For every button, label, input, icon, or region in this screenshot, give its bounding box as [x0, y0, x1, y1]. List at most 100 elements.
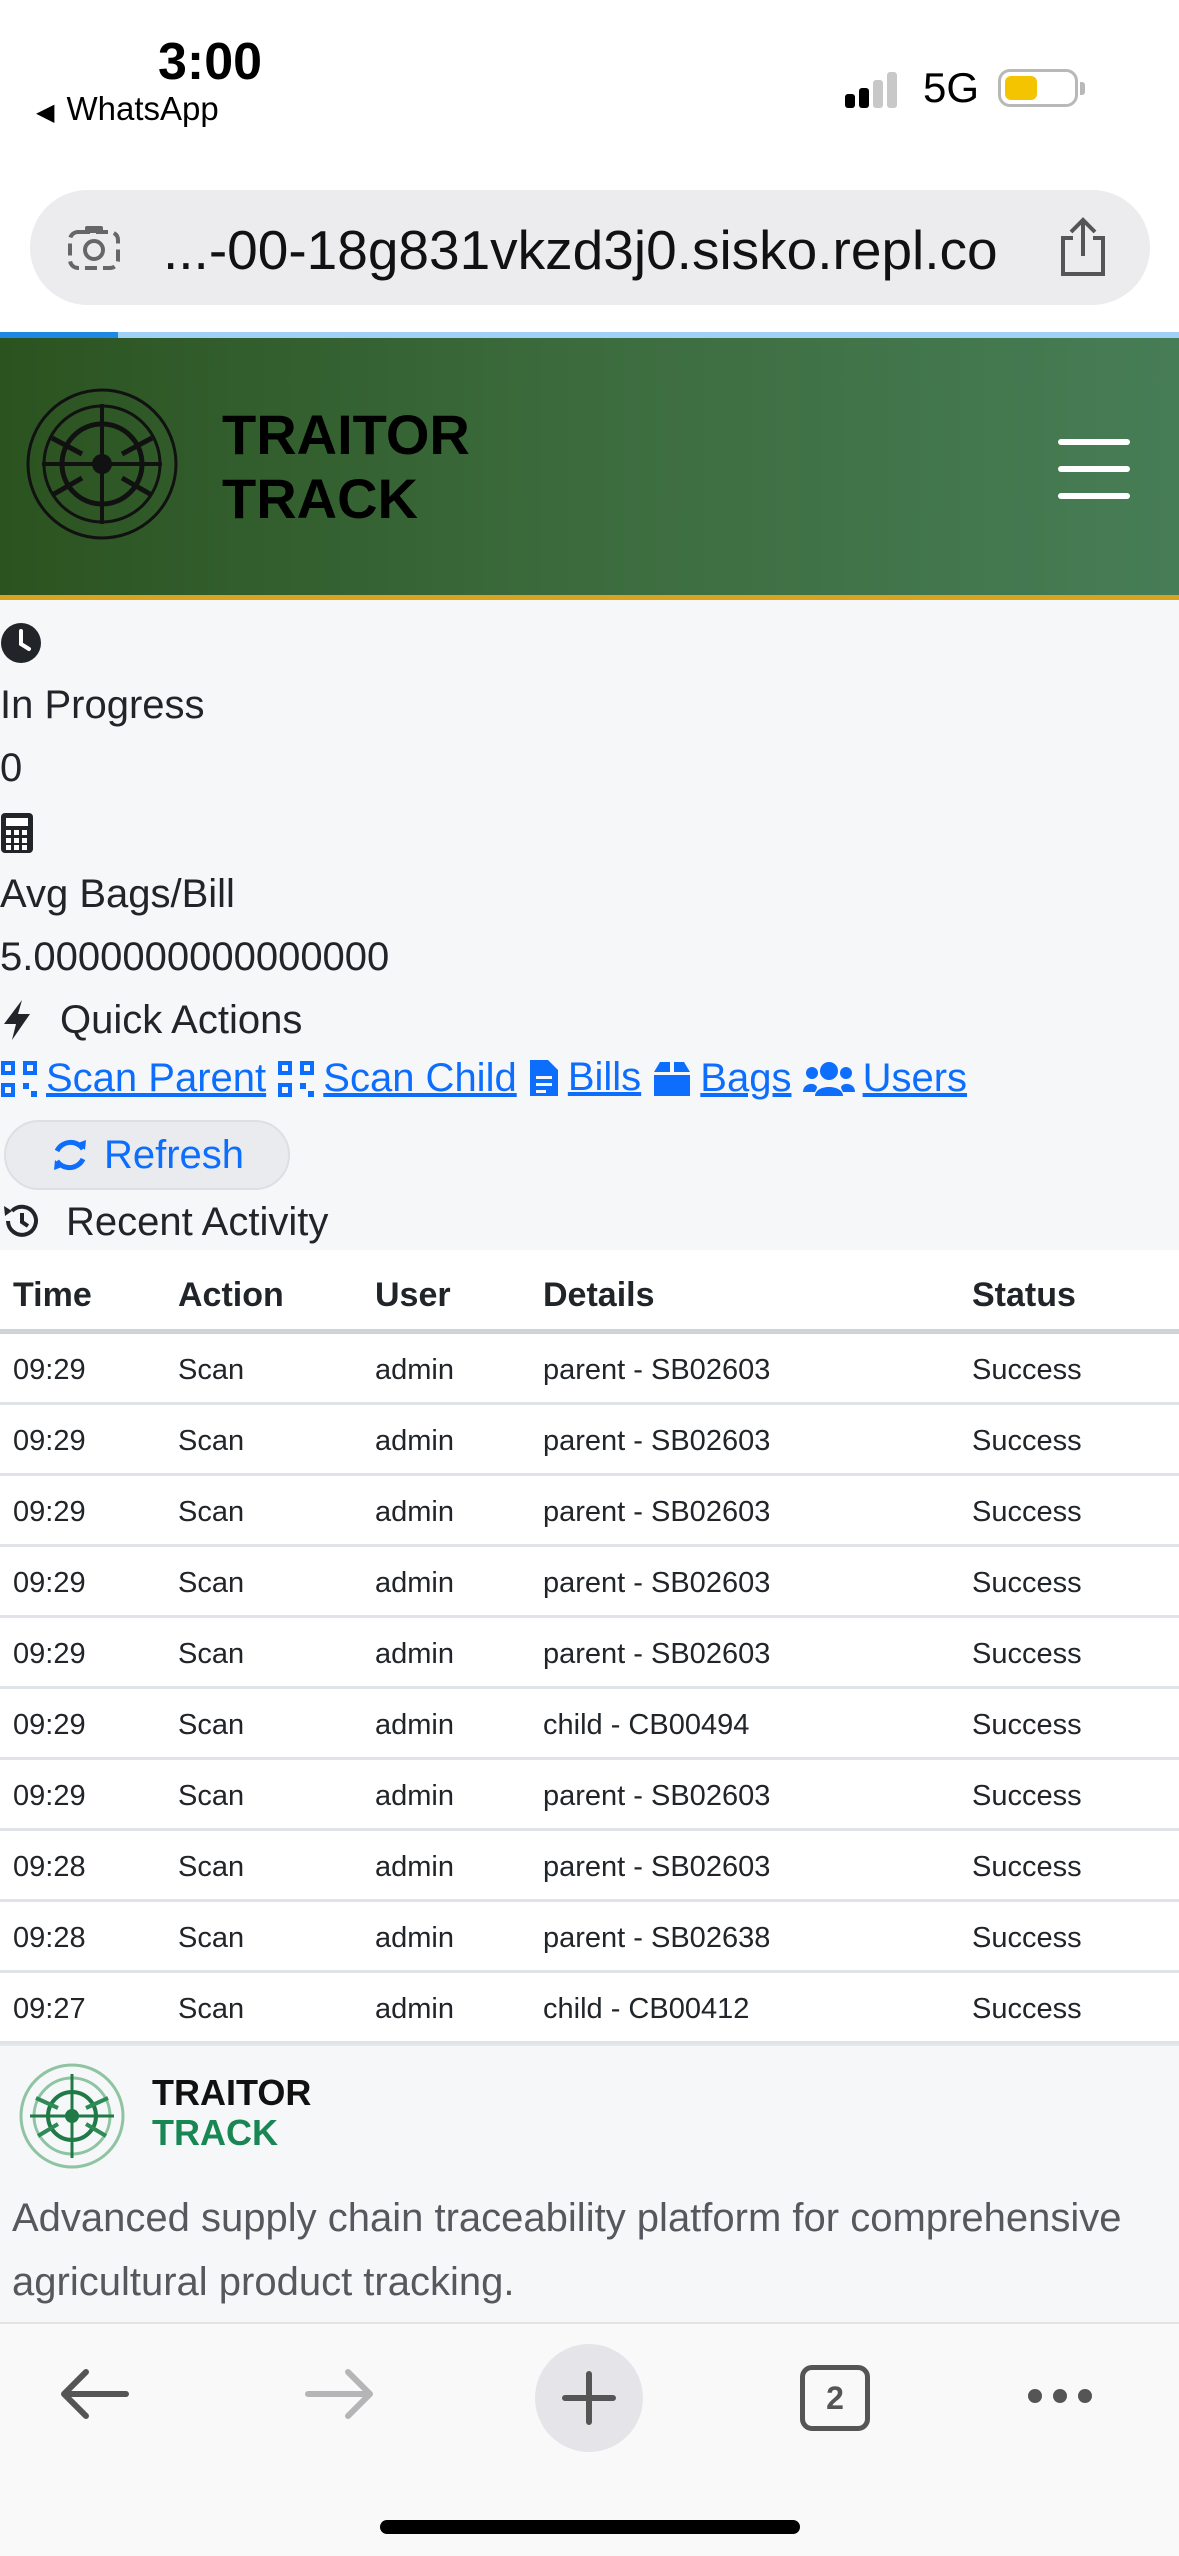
- cell-user: admin: [375, 1922, 454, 1954]
- users-link[interactable]: Users: [802, 1056, 968, 1101]
- footer-brand-line2: TRACK: [152, 2112, 278, 2153]
- footer-brand-line1: TRAITOR: [152, 2072, 312, 2113]
- brand-name[interactable]: TRAITOR TRACK: [222, 403, 470, 531]
- cell-details: parent - SB02603: [543, 1567, 771, 1599]
- more-options-icon[interactable]: [1025, 2386, 1095, 2406]
- cell-time: 09:29: [13, 1638, 86, 1670]
- cell-details: child - CB00494: [543, 1709, 750, 1741]
- cell-time: 09:27: [13, 1993, 86, 2025]
- table-row: 09:29 Scan admin parent - SB02603 Success: [0, 1405, 1179, 1476]
- home-indicator: [380, 2520, 800, 2534]
- back-triangle-icon: ◀: [36, 99, 55, 126]
- table-row: 09:29 Scan admin parent - SB02603 Success: [0, 1760, 1179, 1831]
- cell-details: parent - SB02603: [543, 1638, 771, 1670]
- cell-status: Success: [972, 1354, 1082, 1386]
- users-icon: [802, 1061, 855, 1096]
- app-header: TRAITOR TRACK: [0, 338, 1179, 600]
- tab-switcher-button[interactable]: 2: [800, 2365, 870, 2431]
- table-row: 09:29 Scan admin parent - SB02603 Success: [0, 1334, 1179, 1405]
- cell-details: parent - SB02603: [543, 1354, 771, 1386]
- cell-action: Scan: [178, 1709, 245, 1741]
- clock-icon: [1, 623, 41, 663]
- table-row: 09:29 Scan admin parent - SB02603 Success: [0, 1547, 1179, 1618]
- col-user: User: [375, 1276, 451, 1314]
- cell-user: admin: [375, 1567, 454, 1599]
- quick-actions-title: Quick Actions: [60, 998, 303, 1042]
- cell-details: parent - SB02603: [543, 1780, 771, 1812]
- calculator-icon: [1, 813, 33, 853]
- table-row: 09:29 Scan admin child - CB00494 Success: [0, 1689, 1179, 1760]
- cell-status: Success: [972, 1993, 1082, 2025]
- logo-icon[interactable]: [24, 386, 180, 542]
- refresh-button[interactable]: Refresh: [4, 1120, 290, 1190]
- box-icon: [654, 1061, 691, 1096]
- cell-time: 09:29: [13, 1709, 86, 1741]
- camera-icon[interactable]: [67, 223, 121, 271]
- bags-link[interactable]: Bags: [652, 1056, 791, 1101]
- forward-arrow-icon[interactable]: [302, 2364, 378, 2424]
- cell-user: admin: [375, 1993, 454, 2025]
- status-bar: 3:00 ◀ WhatsApp 5G: [0, 0, 1179, 150]
- users-label: Users: [862, 1056, 968, 1100]
- cell-time: 09:29: [13, 1425, 86, 1457]
- cell-action: Scan: [178, 1567, 245, 1599]
- col-time: Time: [13, 1276, 92, 1314]
- stat-value-avg-bags: 5.0000000000000000: [0, 935, 390, 979]
- activity-table: Time Action User Details Status 09:29 Sca…: [0, 1256, 1179, 2044]
- cell-time: 09:28: [13, 1851, 86, 1883]
- cell-time: 09:28: [13, 1922, 86, 1954]
- scan-child-link[interactable]: Scan Child: [277, 1056, 517, 1101]
- col-status: Status: [972, 1276, 1076, 1314]
- cell-user: admin: [375, 1851, 454, 1883]
- cell-details: parent - SB02603: [543, 1425, 771, 1457]
- back-to-app-link[interactable]: ◀ WhatsApp: [36, 90, 219, 128]
- network-type: 5G: [923, 64, 980, 111]
- footer-logo-icon: [19, 2063, 125, 2169]
- col-action: Action: [178, 1276, 284, 1314]
- share-icon[interactable]: [1055, 216, 1111, 278]
- recent-activity-title: Recent Activity: [66, 1200, 329, 1244]
- table-body: 09:29 Scan admin parent - SB02603 Success 09:…: [0, 1334, 1179, 2044]
- plus-icon: [562, 2371, 616, 2425]
- hamburger-menu-button[interactable]: [1058, 439, 1134, 499]
- cell-user: admin: [375, 1780, 454, 1812]
- cell-status: Success: [972, 1638, 1082, 1670]
- scan-child-label: Scan Child: [323, 1056, 517, 1100]
- cell-status: Success: [972, 1496, 1082, 1528]
- cell-status: Success: [972, 1922, 1082, 1954]
- new-tab-button[interactable]: [535, 2344, 643, 2452]
- cell-action: Scan: [178, 1993, 245, 2025]
- url-text[interactable]: ...-00-18g831vkzd3j0.sisko.repl.co: [163, 218, 998, 282]
- table-row: 09:27 Scan admin child - CB00412 Success: [0, 1973, 1179, 2044]
- cell-user: admin: [375, 1638, 454, 1670]
- cell-action: Scan: [178, 1638, 245, 1670]
- cell-details: parent - SB02603: [543, 1851, 771, 1883]
- scan-parent-link[interactable]: Scan Parent: [0, 1056, 266, 1101]
- quick-actions-links: Scan Parent Scan Child Bills Bags Users: [0, 1055, 967, 1108]
- bills-link[interactable]: Bills: [528, 1055, 641, 1100]
- footer: TRAITOR TRACK Advanced supply chain trac…: [0, 2044, 1179, 2322]
- footer-description: Advanced supply chain traceability platf…: [12, 2196, 1122, 2304]
- cell-status: Success: [972, 1709, 1082, 1741]
- cell-action: Scan: [178, 1354, 245, 1386]
- back-arrow-icon[interactable]: [56, 2364, 132, 2424]
- stat-value-in-progress: 0: [0, 746, 23, 790]
- table-header: Time Action User Details Status: [0, 1256, 1179, 1334]
- table-row: 09:29 Scan admin parent - SB02603 Success: [0, 1618, 1179, 1689]
- cell-action: Scan: [178, 1496, 245, 1528]
- refresh-label: Refresh: [103, 1132, 245, 1177]
- cell-status: Success: [972, 1425, 1082, 1457]
- cell-time: 09:29: [13, 1780, 86, 1812]
- table-row: 09:28 Scan admin parent - SB02638 Success: [0, 1902, 1179, 1973]
- col-details: Details: [543, 1276, 655, 1314]
- battery-icon: [998, 69, 1085, 107]
- file-invoice-icon: [529, 1059, 558, 1096]
- cell-user: admin: [375, 1709, 454, 1741]
- back-app-label: WhatsApp: [66, 90, 219, 127]
- cell-details: parent - SB02638: [543, 1922, 771, 1954]
- cell-action: Scan: [178, 1922, 245, 1954]
- brand-line1: TRAITOR: [222, 403, 470, 466]
- address-bar[interactable]: ...-00-18g831vkzd3j0.sisko.repl.co: [30, 190, 1150, 305]
- cell-user: admin: [375, 1496, 454, 1528]
- cell-time: 09:29: [13, 1496, 86, 1528]
